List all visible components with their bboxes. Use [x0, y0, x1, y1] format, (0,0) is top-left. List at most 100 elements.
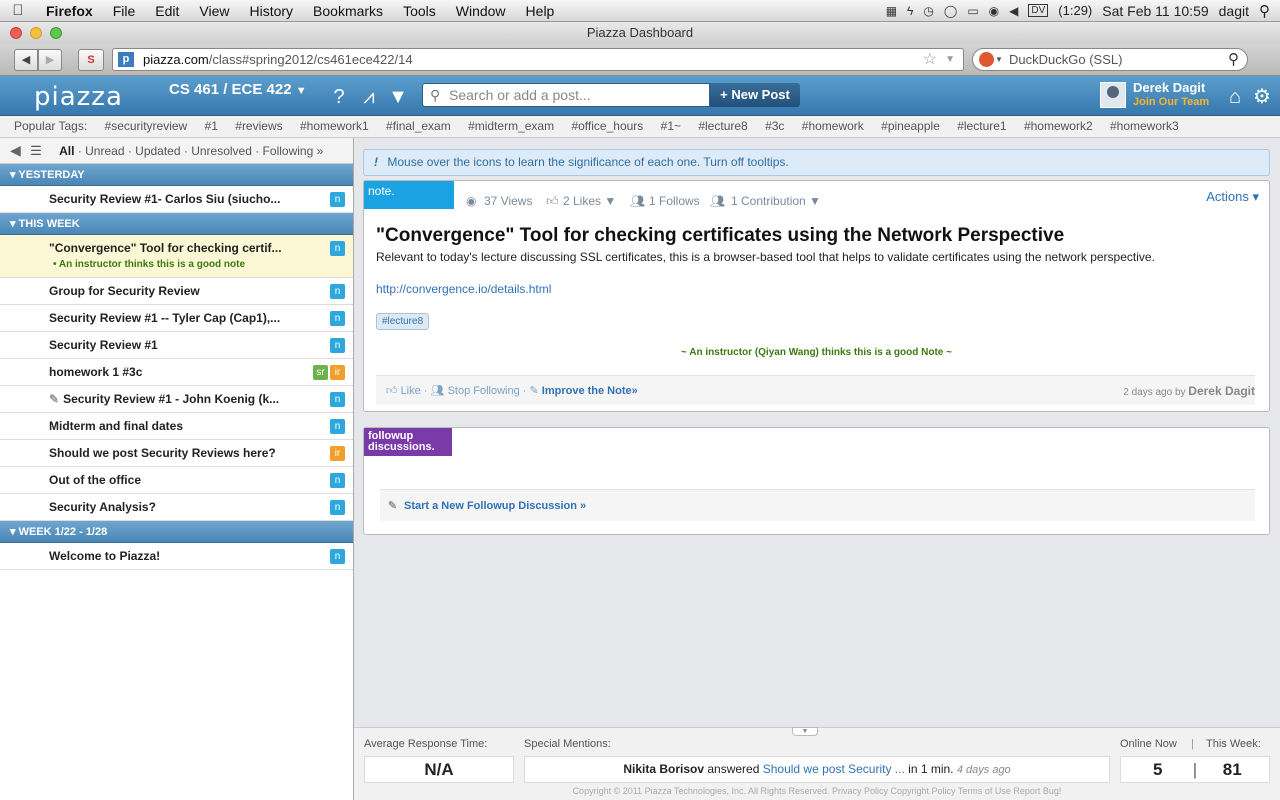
status-grid-icon[interactable]: ▦: [886, 4, 897, 18]
home-icon[interactable]: ⌂: [1223, 85, 1247, 109]
list-item[interactable]: ✎ Security Review #1 - John Koenig (k... n: [0, 386, 353, 413]
tag-link[interactable]: #final_exam: [386, 119, 451, 133]
menu-bookmarks[interactable]: Bookmarks: [303, 3, 393, 19]
menu-file[interactable]: File: [103, 3, 146, 19]
input-source-indicator[interactable]: DV: [1028, 4, 1049, 17]
join-team-link[interactable]: Join Our Team: [1133, 96, 1209, 108]
status-bolt-icon[interactable]: ϟ: [907, 4, 913, 18]
tag-link[interactable]: #lecture1: [957, 119, 1006, 133]
menu-app-name[interactable]: Firefox: [36, 3, 103, 19]
volume-icon[interactable]: ◀: [1009, 4, 1018, 18]
section-header[interactable]: ▾ THIS WEEK: [0, 213, 353, 235]
new-post-button[interactable]: + New Post: [710, 83, 800, 107]
section-header[interactable]: ▾ WEEK 1/22 - 1/28: [0, 521, 353, 543]
stats-chart-icon[interactable]: ⩘: [357, 85, 381, 109]
list-item[interactable]: Security Review #1 n: [0, 332, 353, 359]
tag-link[interactable]: #homework: [802, 119, 864, 133]
tag-link[interactable]: #lecture8: [698, 119, 747, 133]
collapse-handle-icon[interactable]: ▼: [792, 727, 818, 736]
tag-link[interactable]: #homework2: [1024, 119, 1093, 133]
time-machine-icon[interactable]: ◷: [923, 4, 933, 18]
turn-off-tooltips-link[interactable]: Turn off tooltips.: [703, 155, 788, 169]
tag-link[interactable]: #reviews: [235, 119, 282, 133]
battery-status[interactable]: (1:29): [1058, 3, 1092, 18]
filter-options[interactable]: · Unread · Updated · Unresolved · Follow…: [78, 144, 323, 158]
close-window-icon[interactable]: [10, 27, 22, 39]
student-response-badge: sr: [313, 365, 328, 380]
tag-link[interactable]: #3c: [765, 119, 784, 133]
bookmark-star-icon[interactable]: ☆: [923, 49, 937, 70]
podium-icon[interactable]: ▼: [386, 85, 410, 109]
post-author[interactable]: Derek Dagit: [1188, 384, 1255, 398]
filter-all[interactable]: All: [59, 144, 74, 158]
mention-post-link[interactable]: Should we post Security ...: [763, 762, 905, 776]
search-icon[interactable]: ⚲: [1228, 49, 1239, 70]
menu-window[interactable]: Window: [446, 3, 516, 19]
duckduckgo-icon[interactable]: [979, 52, 994, 67]
zoom-window-icon[interactable]: [50, 27, 62, 39]
improve-note-button[interactable]: Improve the Note»: [542, 385, 638, 397]
keyboard-icon[interactable]: ▭: [967, 4, 978, 18]
tag-link[interactable]: #homework1: [300, 119, 369, 133]
list-view-icon[interactable]: ☰: [30, 143, 42, 158]
start-followup-button[interactable]: ✎ Start a New Followup Discussion »: [380, 489, 1255, 521]
menu-tools[interactable]: Tools: [393, 3, 446, 19]
tag-link[interactable]: #midterm_exam: [468, 119, 554, 133]
forward-button[interactable]: ▶: [38, 49, 62, 71]
browser-search-input[interactable]: ▼ DuckDuckGo (SSL) ⚲: [972, 48, 1248, 71]
tag-link[interactable]: #pineapple: [881, 119, 940, 133]
list-item[interactable]: Should we post Security Reviews here? ir: [0, 440, 353, 467]
list-item[interactable]: "Convergence" Tool for checking certif..…: [0, 235, 353, 278]
section-header[interactable]: ▾ YESTERDAY: [0, 164, 353, 186]
post-search-input[interactable]: ⚲ Search or add a post...: [422, 83, 710, 107]
tag-link[interactable]: #1: [205, 119, 218, 133]
noscript-icon[interactable]: S: [78, 49, 104, 71]
user-name[interactable]: Derek Dagit: [1133, 80, 1205, 95]
note-tag[interactable]: #lecture8: [376, 313, 430, 330]
tag-link[interactable]: #homework3: [1110, 119, 1179, 133]
avatar[interactable]: [1100, 82, 1126, 108]
note-link[interactable]: http://convergence.io/details.html: [376, 282, 551, 296]
tag-link[interactable]: #office_hours: [571, 119, 643, 133]
list-item[interactable]: Welcome to Piazza! n: [0, 543, 353, 570]
url-bar[interactable]: p piazza.com/class#spring2012/cs461ece42…: [112, 48, 964, 71]
stop-following-button[interactable]: Stop Following: [448, 385, 520, 397]
actions-dropdown[interactable]: Actions ▾: [1206, 189, 1259, 205]
menubar-user[interactable]: dagit: [1219, 3, 1249, 19]
menubar-clock[interactable]: Sat Feb 11 10:59: [1102, 3, 1208, 19]
list-item[interactable]: Group for Security Review n: [0, 278, 353, 305]
list-item[interactable]: Security Review #1 -- Tyler Cap (Cap1),.…: [0, 305, 353, 332]
likes-count[interactable]: 2 Likes ▼: [563, 194, 616, 208]
post-title: Midterm and final dates: [49, 419, 184, 433]
like-button[interactable]: Like: [401, 385, 421, 397]
list-item[interactable]: Security Review #1- Carlos Siu (siucho..…: [0, 186, 353, 213]
list-item[interactable]: Midterm and final dates n: [0, 413, 353, 440]
tag-link[interactable]: #1~: [661, 119, 681, 133]
gear-icon[interactable]: ⚙: [1250, 85, 1274, 109]
menu-history[interactable]: History: [239, 3, 303, 19]
minimize-window-icon[interactable]: [30, 27, 42, 39]
url-dropdown-icon[interactable]: ▼: [945, 49, 955, 70]
contributions-count[interactable]: 1 Contribution ▼: [731, 194, 821, 208]
search-placeholder: Search or add a post...: [449, 87, 591, 103]
help-icon[interactable]: ?: [327, 85, 351, 109]
collapse-arrow-icon[interactable]: ◀: [10, 142, 21, 158]
this-week-label: This Week:: [1206, 738, 1261, 750]
piazza-logo[interactable]: piazza: [34, 82, 123, 112]
site-favicon-icon[interactable]: p: [118, 52, 134, 67]
back-button[interactable]: ◀: [14, 49, 38, 71]
engine-dropdown-icon[interactable]: ▼: [995, 49, 1003, 70]
chat-icon[interactable]: ◯: [944, 4, 957, 18]
menu-view[interactable]: View: [189, 3, 239, 19]
attachment-icon: ✎: [49, 392, 60, 406]
menu-edit[interactable]: Edit: [145, 3, 189, 19]
spotlight-icon[interactable]: ⚲: [1259, 2, 1270, 20]
list-item[interactable]: homework 1 #3c sr ir: [0, 359, 353, 386]
list-item[interactable]: Out of the office n: [0, 467, 353, 494]
eye-icon[interactable]: ◉: [989, 4, 999, 18]
tag-link[interactable]: #securityreview: [105, 119, 188, 133]
apple-menu-icon[interactable]: : [0, 2, 36, 19]
class-selector[interactable]: CS 461 / ECE 422 ▼: [169, 81, 307, 98]
menu-help[interactable]: Help: [516, 3, 565, 19]
list-item[interactable]: Security Analysis? n: [0, 494, 353, 521]
